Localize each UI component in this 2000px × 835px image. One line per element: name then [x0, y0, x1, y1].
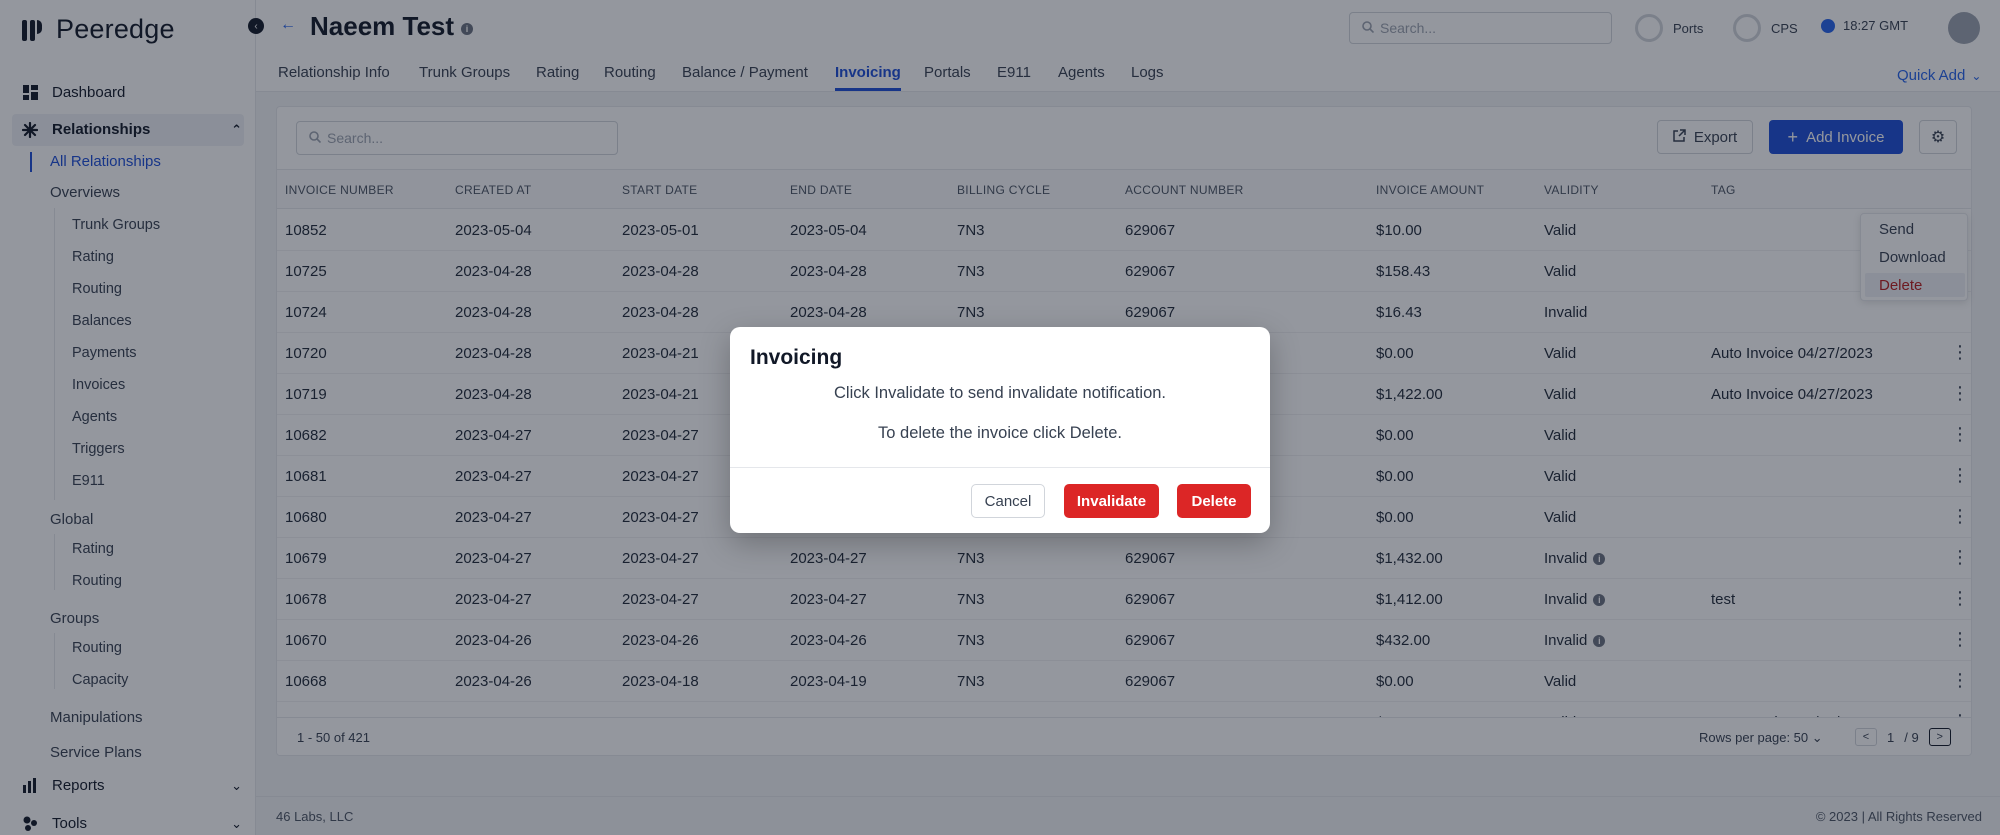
dialog-title: Invoicing: [750, 346, 843, 369]
dialog-message-delete: To delete the invoice click Delete.: [878, 424, 1122, 442]
invalidate-button[interactable]: Invalidate: [1064, 484, 1159, 518]
dialog-message-invalidate: Click Invalidate to send invalidate noti…: [833, 384, 1167, 402]
dialog-divider: [730, 467, 1270, 468]
invoicing-dialog: Invoicing Click Invalidate to send inval…: [730, 327, 1270, 533]
delete-button[interactable]: Delete: [1177, 484, 1251, 518]
cancel-button[interactable]: Cancel: [971, 484, 1045, 518]
